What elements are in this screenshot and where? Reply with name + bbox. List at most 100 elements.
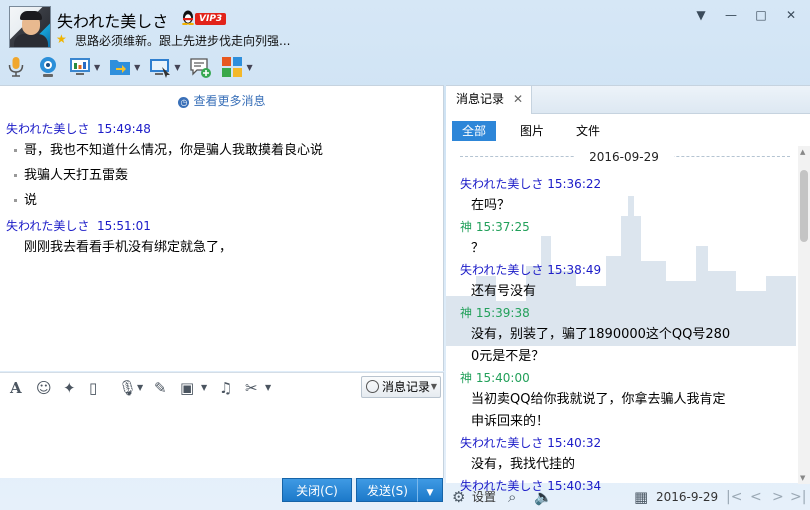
close-button[interactable]: 关闭(C) <box>282 478 352 502</box>
message-time: 15:51:01 <box>97 219 151 233</box>
history-sender-name[interactable]: 失われた美しさ <box>460 177 543 191</box>
history-sender-name[interactable]: 失われた美しさ <box>460 436 543 450</box>
history-time: 15:37:25 <box>475 220 530 234</box>
settings-label[interactable]: 设置 <box>472 488 496 506</box>
contact-name[interactable]: 失われた美しさ <box>57 8 168 32</box>
scroll-up-icon[interactable]: ▲ <box>800 148 805 156</box>
message-list: 失われた美しさ 15:49:48 哥，我也不知道什么情况，你是骗人我敢摸着良心说… <box>6 116 437 260</box>
emoji-icon[interactable]: ☺ <box>36 379 52 397</box>
previous-page-icon[interactable]: < <box>750 488 762 506</box>
history-scrollbar[interactable]: ▲ ▼ <box>798 146 810 484</box>
filter-images[interactable]: 图片 <box>510 121 554 141</box>
voice-call-icon[interactable] <box>4 55 28 79</box>
chevron-down-icon[interactable]: ▼ <box>134 63 140 72</box>
calendar-icon[interactable]: ▦ <box>634 488 648 506</box>
history-time: 15:40:32 <box>547 436 602 450</box>
minimize-button[interactable]: — <box>720 6 742 24</box>
edit-icon[interactable]: ✎ <box>154 379 167 397</box>
screen-share-icon[interactable] <box>148 55 172 79</box>
gear-icon[interactable]: ⚙ <box>452 488 465 506</box>
avatar-hair <box>20 11 42 20</box>
history-sender-name[interactable]: 神 <box>460 220 472 234</box>
filter-all[interactable]: 全部 <box>452 121 497 141</box>
bullet-icon <box>14 149 17 152</box>
history-message-line: 0元是不是？ <box>471 349 545 364</box>
avatar-suit <box>14 34 48 47</box>
music-icon[interactable]: ♫ <box>219 379 232 397</box>
vip-badge[interactable]: VIP3 <box>195 13 227 25</box>
image-icon[interactable]: ▣ <box>180 379 194 397</box>
send-file-icon[interactable] <box>108 55 132 79</box>
message-history-panel: 消息记录 ✕ 全部 图片 文件 2016-09-29 失われた美しさ 15:36… <box>446 85 810 493</box>
message-text: 刚刚我去看看手机没有绑定就急了， <box>6 235 437 260</box>
chevron-down-icon[interactable]: ▼ <box>265 379 271 397</box>
speaker-icon[interactable]: 🔈 <box>534 488 553 506</box>
top-toolbar: ▼ ▼ ▼ ▼ <box>4 54 261 80</box>
magic-wand-icon[interactable]: ✦ <box>63 379 76 397</box>
message-input[interactable] <box>0 402 444 478</box>
history-message: 没有，别装了，骗了1890000这个QQ号280 0元是不是？ <box>460 324 800 368</box>
remote-desktop-icon[interactable] <box>68 55 92 79</box>
voice-message-icon[interactable]: 🎙 <box>118 379 137 397</box>
message-history-button[interactable]: 消息记录 ▼ <box>361 376 441 398</box>
video-call-icon[interactable] <box>36 55 60 79</box>
contact-avatar[interactable] <box>9 6 51 48</box>
history-sender-name[interactable]: 失われた美しさ <box>460 263 543 277</box>
sender-name[interactable]: 失われた美しさ <box>6 122 89 136</box>
chevron-down-icon[interactable]: ▼ <box>201 379 207 397</box>
view-more-messages-label: 查看更多消息 <box>193 94 266 108</box>
chevron-down-icon[interactable]: ▼ <box>94 63 100 72</box>
tab-message-history[interactable]: 消息记录 ✕ <box>446 86 532 114</box>
history-time: 15:40:00 <box>475 371 530 385</box>
last-page-icon[interactable]: >| <box>790 488 806 506</box>
view-more-messages-link[interactable]: ◷ 查看更多消息 <box>0 92 444 109</box>
input-toolbar: A ☺ ✦ ▯ 🎙 ▼ ✎ ▣ ▼ ♫ ✂ ▼ 消息记录 ▼ <box>0 372 444 402</box>
screenshot-scissors-icon[interactable]: ✂ <box>245 379 258 397</box>
history-message-line: 当初卖QQ给你我就说了，你拿去骗人我肯定 <box>471 392 726 407</box>
bullet-icon <box>14 199 17 202</box>
history-time: 15:39:38 <box>475 306 530 320</box>
history-sender-name[interactable]: 神 <box>460 371 472 385</box>
search-icon[interactable]: ⌕ <box>508 488 516 506</box>
history-sender: 失われた美しさ 15:40:32 <box>460 433 800 454</box>
add-group-chat-icon[interactable] <box>188 55 212 79</box>
scroll-down-icon[interactable]: ▼ <box>800 474 805 482</box>
apps-icon[interactable] <box>220 55 244 79</box>
history-bottom-date[interactable]: 2016-9-29 <box>656 488 718 506</box>
chat-window: 失われた美しさ VIP3 ★ 思路必须维新。跟上先进步伐走向列强... ▼ — … <box>0 0 810 510</box>
next-page-icon[interactable]: > <box>772 488 784 506</box>
history-message-line: 没有，别装了，骗了1890000这个QQ号280 <box>471 327 731 342</box>
chevron-down-icon[interactable]: ▼ <box>246 63 252 72</box>
history-message: 没有，我找代挂的 <box>471 457 576 472</box>
history-message: 还有号没有 <box>471 284 537 299</box>
close-window-button[interactable]: ✕ <box>780 6 802 24</box>
filter-files[interactable]: 文件 <box>566 121 610 141</box>
font-icon[interactable]: A <box>10 379 22 397</box>
chat-message-area[interactable]: ◷ 查看更多消息 失われた美しさ 15:49:48 哥，我也不知道什么情况，你是骗… <box>0 85 444 371</box>
window-controls: ▼ — □ ✕ <box>690 6 802 24</box>
shake-window-icon[interactable]: ▯ <box>89 379 97 397</box>
maximize-button[interactable]: □ <box>750 6 772 24</box>
history-sender: 神 15:40:00 <box>460 368 800 389</box>
contact-signature: 思路必须维新。跟上先进步伐走向列强... <box>75 34 291 48</box>
history-message-line: 申诉回来的！ <box>471 414 550 429</box>
first-page-icon[interactable]: |< <box>726 488 742 506</box>
tab-label: 消息记录 <box>456 92 505 106</box>
chevron-down-icon[interactable]: ▼ <box>174 63 180 72</box>
close-tab-icon[interactable]: ✕ <box>513 86 523 113</box>
history-sender: 失われた美しさ 15:38:49 <box>460 260 800 281</box>
history-sender: 神 15:37:25 <box>460 217 800 238</box>
message-text-content: 刚刚我去看看手机没有绑定就急了， <box>24 240 233 255</box>
chevron-down-icon: ▼ <box>430 382 437 391</box>
send-button[interactable]: 发送(S) <box>356 478 418 502</box>
history-tab-bar: 消息记录 ✕ <box>446 86 810 114</box>
history-sender-name[interactable]: 神 <box>460 306 472 320</box>
chevron-down-icon[interactable]: ▼ <box>137 379 143 397</box>
send-options-dropdown[interactable]: ▼ <box>417 478 443 502</box>
message-history-label: 消息记录 <box>382 380 431 394</box>
star-icon: ★ <box>56 32 67 46</box>
scrollbar-thumb[interactable] <box>800 170 808 242</box>
message-text: 哥，我也不知道什么情况，你是骗人我敢摸着良心说 <box>6 138 437 163</box>
skin-dropdown-icon[interactable]: ▼ <box>690 6 712 24</box>
sender-name[interactable]: 失われた美しさ <box>6 219 89 233</box>
